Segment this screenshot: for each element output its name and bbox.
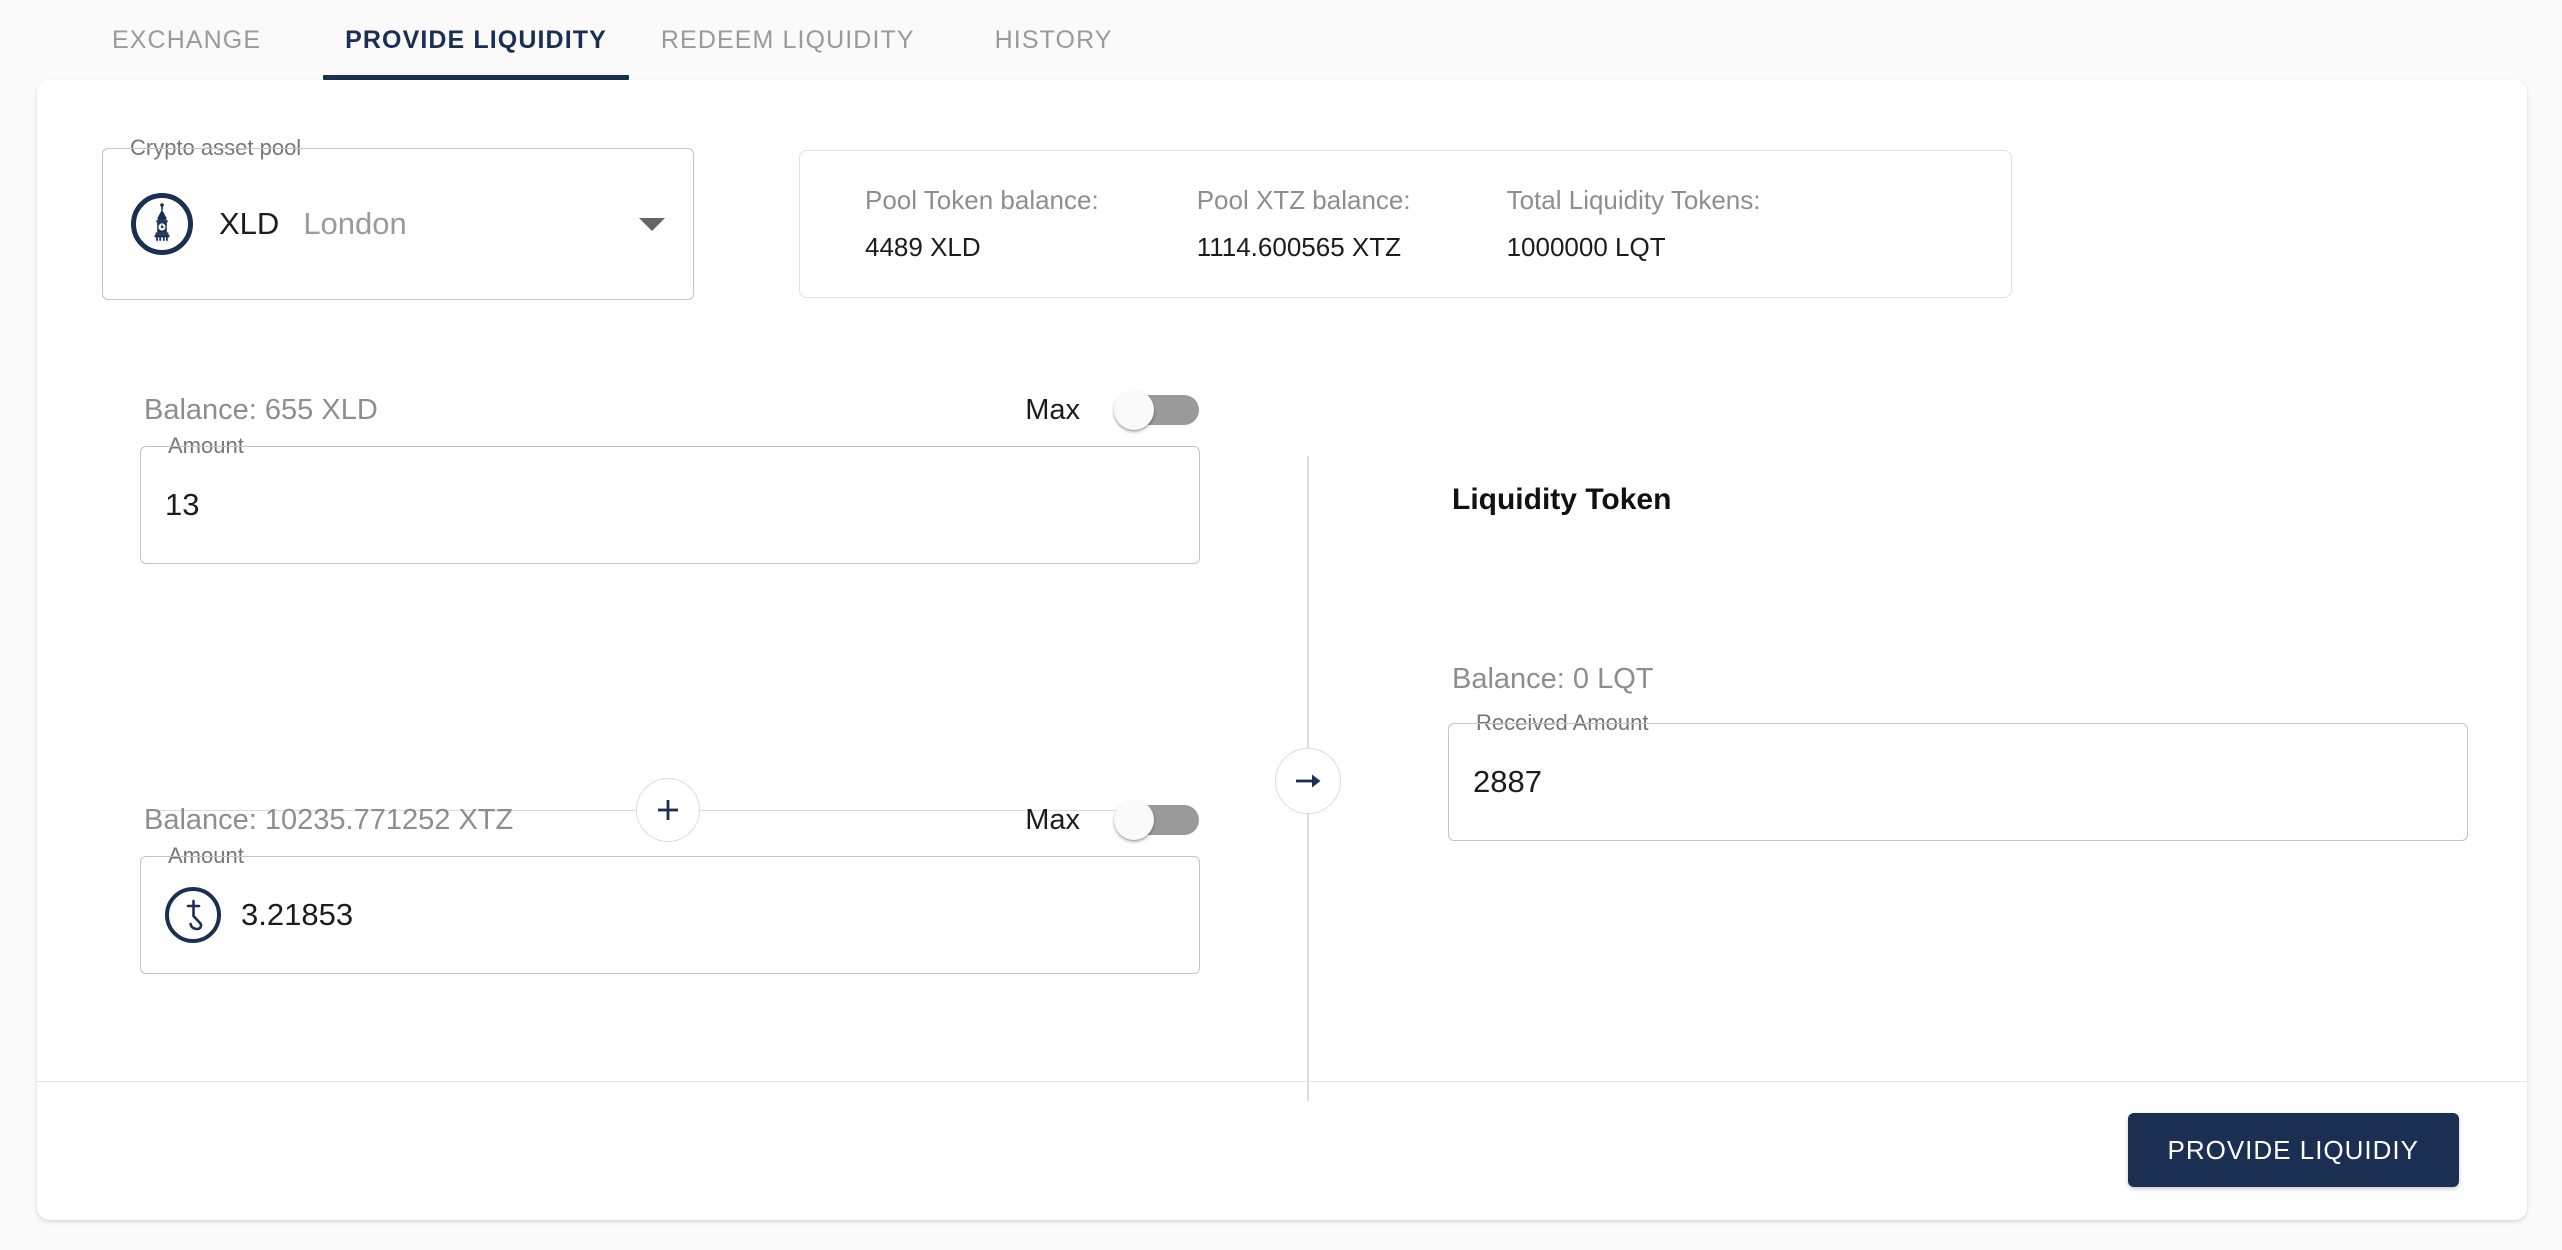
token-max-toggle-knob xyxy=(1114,390,1154,430)
received-amount-field[interactable]: 2887 xyxy=(1448,723,2468,841)
deposit-inputs-panel: Balance: 655 XLD Max Amount 13 Balance: … xyxy=(37,390,1277,1110)
tab-history[interactable]: HISTORY xyxy=(973,0,1135,80)
xtz-max-label: Max xyxy=(1025,803,1080,836)
pool-name: London xyxy=(303,206,407,241)
token-max-toggle[interactable] xyxy=(1114,390,1199,430)
token-balance-row: Balance: 655 XLD Max xyxy=(144,390,1199,430)
pool-symbol: XLD xyxy=(219,206,280,241)
xtz-amount-field[interactable]: 3.21853 xyxy=(140,856,1200,974)
big-ben-icon xyxy=(131,193,193,255)
pool-xtz-balance-label: Pool XTZ balance: xyxy=(1196,185,1411,215)
crypto-asset-pool-selector[interactable]: XLD London xyxy=(102,148,694,300)
token-amount-value: 13 xyxy=(165,487,200,522)
token-balance-label: Balance: 655 XLD xyxy=(144,393,378,426)
xtz-max-toggle[interactable] xyxy=(1114,800,1199,840)
tab-history-label: HISTORY xyxy=(994,25,1113,54)
tab-bar: EXCHANGE PROVIDE LIQUIDITY REDEEM LIQUID… xyxy=(0,0,2562,80)
tab-redeem-liquidity[interactable]: REDEEM LIQUIDITY xyxy=(639,0,937,80)
footer-divider xyxy=(37,1081,2527,1082)
xtz-balance-label: Balance: 10235.771252 XTZ xyxy=(144,803,514,836)
pool-token-balance-value: 4489 XLD xyxy=(865,232,981,262)
received-amount-value: 2887 xyxy=(1473,764,1542,799)
pool-xtz-balance-value: 1114.600565 XTZ xyxy=(1196,232,1401,262)
chevron-down-icon[interactable] xyxy=(639,217,665,231)
token-max-label: Max xyxy=(1025,393,1080,426)
liquidity-token-title: Liquidity Token xyxy=(1452,483,1672,516)
pool-stats-box: Pool Token balance: 4489 XLD Pool XTZ ba… xyxy=(799,150,2012,298)
pool-token-balance-stat: Pool Token balance: 4489 XLD xyxy=(865,185,1099,263)
provide-liquidity-button[interactable]: PROVIDE LIQUIDIY xyxy=(2127,1113,2459,1187)
tab-redeem-liquidity-label: REDEEM LIQUIDITY xyxy=(660,25,915,54)
xtz-amount-value: 3.21853 xyxy=(241,897,354,932)
xtz-max-toggle-knob xyxy=(1114,800,1154,840)
tab-provide-liquidity-label: PROVIDE LIQUIDITY xyxy=(345,25,607,54)
pool-token-balance-label: Pool Token balance: xyxy=(865,185,1099,215)
liquidity-token-panel: Liquidity Token Balance: 0 LQT Received … xyxy=(1377,390,2527,1110)
tab-exchange[interactable]: EXCHANGE xyxy=(90,0,283,80)
pool-xtz-balance-stat: Pool XTZ balance: 1114.600565 XTZ xyxy=(1197,185,1411,263)
tab-exchange-label: EXCHANGE xyxy=(112,25,262,54)
total-liquidity-tokens-value: 1000000 LQT xyxy=(1506,232,1666,262)
total-liquidity-tokens-label: Total Liquidity Tokens: xyxy=(1506,185,1761,215)
total-liquidity-tokens-stat: Total Liquidity Tokens: 1000000 LQT xyxy=(1507,185,1761,263)
tezos-icon xyxy=(165,887,221,943)
xtz-balance-row: Balance: 10235.771252 XTZ Max xyxy=(144,800,1199,840)
liquidity-balance-label: Balance: 0 LQT xyxy=(1452,663,1654,695)
provide-liquidity-card: Crypto asset pool XLD London Pool Token … xyxy=(37,80,2527,1220)
arrow-right-icon[interactable] xyxy=(1275,748,1341,814)
tab-provide-liquidity[interactable]: PROVIDE LIQUIDITY xyxy=(323,0,629,80)
token-amount-field[interactable]: 13 xyxy=(140,446,1200,564)
